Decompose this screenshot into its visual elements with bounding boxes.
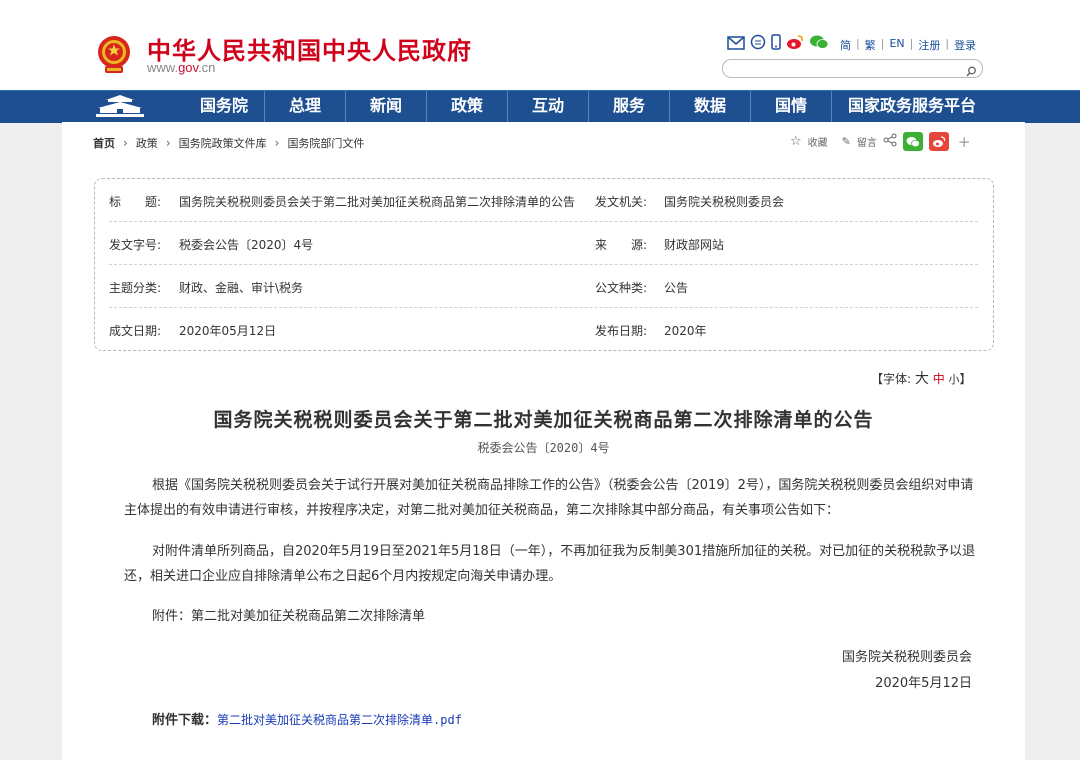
- site-header: 中华人民共和国中央人民政府 www.gov.cn 简 | 繁 | EN | 注册 | 登…: [0, 0, 1080, 90]
- weibo-share-icon[interactable]: [928, 132, 949, 151]
- breadcrumb: 首页 › 政策 › 国务院政策文件库 › 国务院部门文件: [93, 135, 364, 151]
- sign-date: 2020年5月12日: [875, 676, 972, 691]
- lang-traditional[interactable]: 繁: [865, 37, 876, 53]
- created-date-value: 2020年05月12日: [179, 324, 277, 338]
- attachment-label: 附件下载：: [152, 713, 218, 728]
- meta-row: 标 题: 国务院关税税则委员会关于第二批对美加征关税商品第二次排除清单的公告 发…: [109, 179, 978, 222]
- mobile-icon[interactable]: [771, 34, 781, 54]
- collect-button[interactable]: 收藏: [808, 134, 828, 149]
- article-tools: ☆ 收藏 ✎ 留言 +: [790, 132, 970, 151]
- body-paragraph: 根据《国务院关税税则委员会关于试行开展对美加征关税商品排除工作的公告》（税委会公…: [124, 478, 974, 518]
- chevron-right-icon: ›: [274, 136, 280, 150]
- topic-label: 主题分类:: [109, 281, 162, 295]
- mail-icon[interactable]: [727, 35, 745, 54]
- source-label: 来 源:: [595, 238, 648, 252]
- nav-item-interaction[interactable]: 互动: [507, 91, 588, 123]
- attachment-download: 附件下载：第二批对美加征关税商品第二次排除清单.pdf: [152, 709, 462, 728]
- document-meta-box: 标 题: 国务院关税税则委员会关于第二批对美加征关税商品第二次排除清单的公告 发…: [94, 178, 994, 351]
- docno-label: 发文字号:: [109, 238, 162, 252]
- title-value: 国务院关税税则委员会关于第二批对美加征关税商品第二次排除清单的公告: [179, 195, 576, 209]
- created-date-label: 成文日期:: [109, 324, 162, 338]
- message-icon[interactable]: [750, 34, 766, 54]
- nav-item-news[interactable]: 新闻: [345, 91, 426, 123]
- document-number: 税委会公告〔2020〕4号: [477, 441, 610, 455]
- main-nav: 国务院 总理 新闻 政策 互动 服务 数据 国情 国家政务服务平台: [0, 90, 1080, 123]
- font-size-large-button[interactable]: 大: [915, 371, 929, 387]
- nav-item-service[interactable]: 服务: [588, 91, 669, 123]
- search-input[interactable]: [731, 63, 965, 81]
- lang-links: 简 | 繁 | EN | 注册 | 登录: [840, 37, 976, 53]
- published-date-label: 发布日期:: [595, 324, 648, 338]
- issuer-label: 发文机关:: [595, 195, 648, 209]
- nav-item-gov-service-platform[interactable]: 国家政务服务平台: [831, 91, 992, 123]
- title-label: 标 题:: [109, 195, 162, 209]
- pencil-icon[interactable]: ✎: [842, 135, 851, 148]
- published-date-value: 2020年: [664, 324, 707, 338]
- star-icon[interactable]: ☆: [790, 134, 802, 149]
- chevron-right-icon: ›: [165, 136, 171, 150]
- wechat-icon[interactable]: [809, 34, 829, 54]
- divider: |: [856, 37, 860, 50]
- tiananmen-home-icon[interactable]: [92, 94, 148, 120]
- font-size-small-button[interactable]: 小: [949, 373, 960, 386]
- share-icon[interactable]: [883, 133, 897, 150]
- content-panel: 首页 › 政策 › 国务院政策文件库 › 国务院部门文件 ☆ 收藏 ✎ 留言 +…: [62, 122, 1025, 760]
- lang-simplified[interactable]: 简: [840, 37, 851, 53]
- share-icons: [727, 34, 829, 54]
- nav-item-premier[interactable]: 总理: [264, 91, 345, 123]
- nav-item-data[interactable]: 数据: [669, 91, 750, 123]
- site-url-prefix: www.: [147, 60, 179, 75]
- issuer-value: 国务院关税税则委员会: [664, 195, 785, 209]
- topic-value: 财政、金融、审计\税务: [179, 281, 304, 295]
- chevron-right-icon: ›: [123, 136, 128, 150]
- divider: |: [909, 37, 914, 50]
- plus-icon[interactable]: +: [958, 133, 971, 151]
- meta-row: 成文日期: 2020年05月12日 发布日期: 2020年: [109, 308, 978, 350]
- divider: |: [945, 37, 950, 50]
- site-url-suffix: .cn: [198, 60, 216, 75]
- divider: |: [880, 37, 885, 50]
- attachment-link[interactable]: 第二批对美加征关税商品第二次排除清单.pdf: [217, 713, 462, 727]
- docno-value: 税委会公告〔2020〕4号: [179, 238, 314, 252]
- lang-english[interactable]: EN: [889, 37, 904, 53]
- nav-items: 国务院 总理 新闻 政策 互动 服务 数据 国情 国家政务服务平台: [184, 91, 992, 123]
- nav-item-policy[interactable]: 政策: [426, 91, 507, 123]
- document-title: 国务院关税税则委员会关于第二批对美加征关税商品第二次排除清单的公告: [213, 409, 874, 431]
- font-size-medium-button[interactable]: 中: [933, 372, 945, 386]
- register-link[interactable]: 注册: [918, 37, 940, 53]
- signer: 国务院关税税则委员会: [841, 650, 972, 665]
- nav-item-state-council[interactable]: 国务院: [184, 91, 264, 123]
- national-emblem-icon[interactable]: [96, 33, 132, 75]
- comment-button[interactable]: 留言: [857, 134, 877, 149]
- site-url: www.gov.cn: [147, 60, 215, 75]
- body-paragraph: 对附件清单所列商品，自2020年5月19日至2021年5月18日（一年），不再加…: [124, 544, 976, 584]
- font-size-prefix: 【字体:: [871, 372, 912, 386]
- meta-row: 主题分类: 财政、金融、审计\税务 公文种类: 公告: [109, 265, 978, 308]
- search-icon[interactable]: [966, 62, 977, 81]
- search-box: [722, 59, 983, 81]
- breadcrumb-home[interactable]: 首页: [93, 135, 115, 151]
- wechat-share-icon[interactable]: [902, 132, 923, 151]
- doctype-label: 公文种类:: [595, 281, 648, 295]
- login-link[interactable]: 登录: [954, 37, 976, 53]
- source-value: 财政部网站: [664, 238, 725, 252]
- font-size-control: 【字体: 大 中 小】: [871, 368, 972, 388]
- breadcrumb-policy-library[interactable]: 国务院政策文件库: [179, 135, 267, 151]
- meta-row: 发文字号: 税委会公告〔2020〕4号 来 源: 财政部网站: [109, 222, 978, 265]
- breadcrumb-department-docs[interactable]: 国务院部门文件: [287, 135, 364, 151]
- weibo-icon[interactable]: [786, 34, 804, 54]
- attachment-note: 附件：第二批对美加征关税商品第二次排除清单: [152, 609, 426, 624]
- nav-item-national[interactable]: 国情: [750, 91, 831, 123]
- breadcrumb-policy[interactable]: 政策: [136, 135, 158, 151]
- site-url-gov: gov: [178, 60, 199, 75]
- doctype-value: 公告: [664, 281, 689, 295]
- font-size-suffix: 】: [959, 372, 972, 386]
